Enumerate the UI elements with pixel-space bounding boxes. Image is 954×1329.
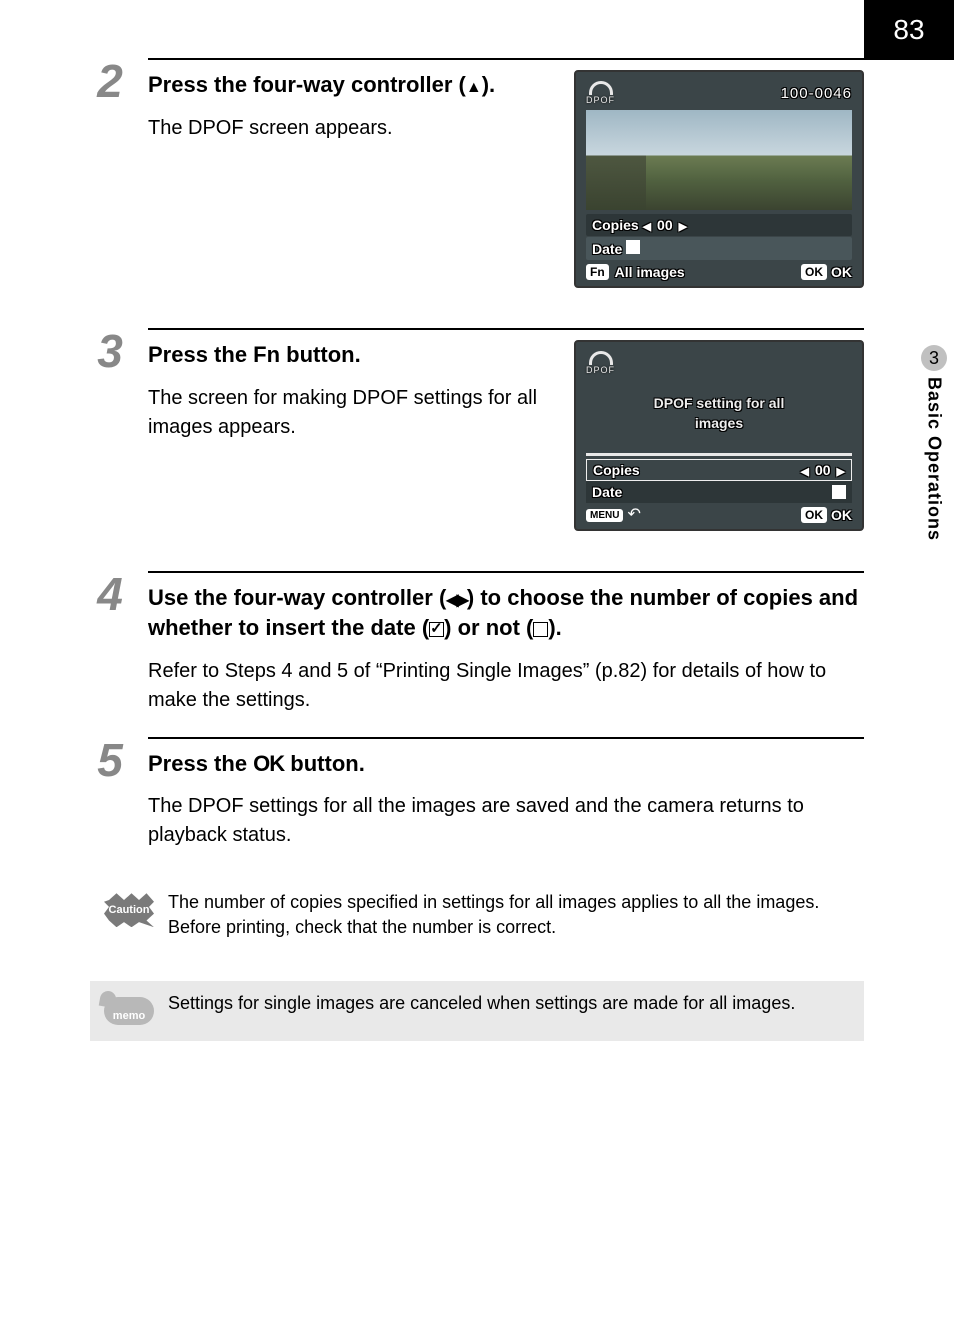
lcd-screenshot-dpof-all: DPOF DPOF setting for all images Copies — [574, 340, 864, 531]
date-row: Date — [586, 237, 852, 260]
page-number-value: 83 — [893, 14, 924, 46]
checkbox-checked-icon — [429, 622, 444, 637]
caution-note: Caution The number of copies specified i… — [90, 880, 864, 950]
dpof-icon-label: DPOF — [586, 365, 615, 375]
ok-text: OK — [253, 751, 284, 776]
step-4: 4 Use the four-way controller () to choo… — [90, 571, 864, 714]
step-3-desc: The screen for making DPOF settings for … — [148, 384, 554, 442]
title-text: ). — [548, 615, 561, 640]
step-5-title: Press the OK button. — [148, 749, 864, 779]
step-number: 3 — [90, 328, 130, 374]
step-4-title: Use the four-way controller () to choose… — [148, 583, 864, 642]
date-label: Date — [592, 484, 622, 500]
manual-page: 83 3 Basic Operations 2 Press the four-w… — [0, 0, 954, 1329]
step-3-title: Press the Fn button. — [148, 340, 554, 370]
photo-preview — [586, 110, 852, 210]
title-text: Press the four-way controller ( — [148, 72, 466, 97]
heading-line2: images — [695, 415, 743, 431]
chapter-number-badge: 3 — [921, 345, 947, 371]
title-text: ) or not ( — [444, 615, 533, 640]
memo-label: memo — [113, 1010, 145, 1022]
side-tab: 3 Basic Operations — [914, 345, 954, 541]
step-5-desc: The DPOF settings for all the images are… — [148, 792, 864, 850]
left-arrow-icon — [643, 217, 651, 233]
copies-label: Copies — [593, 462, 640, 478]
copies-label: Copies — [592, 217, 639, 233]
step-number: 5 — [90, 737, 130, 783]
lcd-screenshot-dpof-single: DPOF 100-0046 Copies 00 — [574, 70, 864, 288]
title-text: button. — [280, 342, 361, 367]
ok-label: OK — [831, 507, 852, 523]
date-label: Date — [592, 241, 622, 257]
title-text: ). — [482, 72, 495, 97]
fn-badge: Fn — [586, 264, 609, 280]
step-2-desc: The DPOF screen appears. — [148, 114, 554, 143]
checkbox-empty-icon — [626, 240, 640, 254]
menu-badge: MENU — [586, 509, 623, 522]
dpof-icon: DPOF — [586, 351, 615, 375]
dpof-all-heading: DPOF setting for all images — [586, 376, 852, 451]
fn-text: Fn — [253, 342, 280, 367]
left-arrow-icon — [800, 462, 808, 478]
copies-row: Copies 00 — [586, 214, 852, 236]
heading-line1: DPOF setting for all — [654, 395, 785, 411]
ok-badge: OK — [801, 264, 827, 280]
back-arrow-icon — [627, 508, 647, 522]
copies-value: 00 — [657, 217, 673, 233]
dpof-icon-label: DPOF — [586, 95, 615, 105]
copies-value: 00 — [815, 462, 831, 478]
copies-value-group: 00 — [643, 217, 688, 233]
step-3: 3 Press the Fn button. The screen for ma… — [90, 328, 864, 531]
file-number: 100-0046 — [781, 85, 852, 102]
checkbox-empty-icon — [832, 485, 846, 499]
ok-badge: OK — [801, 507, 827, 523]
title-text: Press the — [148, 751, 253, 776]
chapter-number: 3 — [929, 348, 939, 369]
dpof-icon: DPOF — [586, 81, 615, 105]
checkbox-empty-icon — [533, 622, 548, 637]
title-text: Press the — [148, 342, 253, 367]
caution-label: Caution — [109, 904, 150, 916]
ok-group: OK OK — [801, 507, 852, 523]
left-right-arrow-icon — [446, 585, 467, 610]
title-text: button. — [284, 751, 365, 776]
all-images-label: All images — [615, 264, 685, 280]
memo-note: memo Settings for single images are canc… — [90, 981, 864, 1041]
step-4-desc: Refer to Steps 4 and 5 of “Printing Sing… — [148, 657, 864, 715]
copies-row: Copies 00 — [586, 459, 852, 481]
chapter-title: Basic Operations — [924, 377, 945, 541]
fn-all-images-group: Fn All images — [586, 264, 685, 280]
step-number: 4 — [90, 571, 130, 617]
step-2: 2 Press the four-way controller (). The … — [90, 58, 864, 288]
date-row: Date — [586, 481, 852, 503]
page-number: 83 — [864, 0, 954, 60]
memo-icon: memo — [104, 991, 154, 1031]
ok-label: OK — [831, 264, 852, 280]
step-2-title: Press the four-way controller (). — [148, 70, 554, 100]
step-number: 2 — [90, 58, 130, 104]
right-arrow-icon — [679, 217, 687, 233]
title-text: Use the four-way controller ( — [148, 585, 446, 610]
ok-group: OK OK — [801, 264, 852, 280]
menu-back-group: MENU — [586, 508, 647, 522]
caution-text: The number of copies specified in settin… — [168, 890, 850, 940]
right-arrow-icon — [837, 462, 845, 478]
up-arrow-icon — [466, 72, 482, 97]
memo-text: Settings for single images are canceled … — [168, 991, 795, 1016]
caution-icon: Caution — [104, 890, 154, 930]
step-5: 5 Press the OK button. The DPOF settings… — [90, 737, 864, 851]
divider — [586, 453, 852, 456]
copies-value-group: 00 — [800, 462, 845, 478]
